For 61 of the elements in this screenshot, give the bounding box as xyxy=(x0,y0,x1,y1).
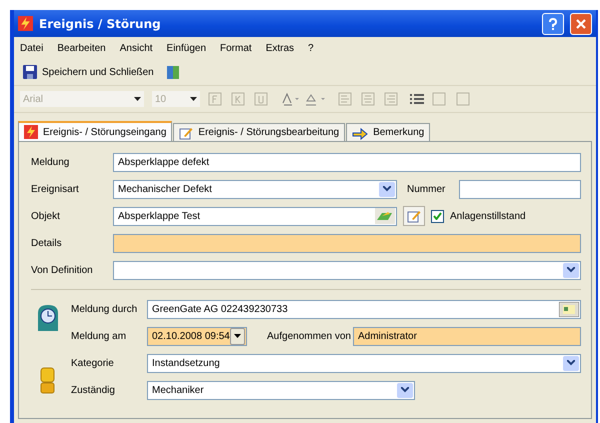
chevron-down-icon xyxy=(567,360,575,366)
chevron-down-icon xyxy=(401,387,409,393)
save-button[interactable]: Speichern und Schließen xyxy=(20,64,157,80)
script-icons-drawing xyxy=(432,92,472,106)
dropdown-button[interactable] xyxy=(379,182,395,196)
field-label: Meldung durch xyxy=(71,304,138,314)
picker-field[interactable]: Absperklappe Test xyxy=(113,206,397,226)
lightning-icon xyxy=(18,16,33,31)
input-field[interactable]: Administrator xyxy=(353,326,581,346)
arrow-icon xyxy=(352,126,368,140)
input-field[interactable] xyxy=(113,234,581,252)
dropdown-button[interactable] xyxy=(397,382,413,398)
dropdown-button[interactable] xyxy=(563,356,579,370)
field-label: Kategorie xyxy=(71,358,115,368)
tab[interactable]: Ereignis- / Störungsbearbeitung xyxy=(173,123,346,141)
close-icon xyxy=(576,18,586,28)
field-label: Ereignisart xyxy=(31,184,80,194)
checkbox[interactable] xyxy=(431,210,444,222)
field-label: Details xyxy=(31,238,63,248)
dropdown-button[interactable] xyxy=(563,262,579,278)
menu-item[interactable]: Bearbeiten xyxy=(57,42,106,54)
field-label: Meldung am xyxy=(71,330,128,342)
caret-icon xyxy=(134,97,141,101)
folder-icon xyxy=(375,208,395,224)
help-button[interactable] xyxy=(542,12,564,34)
picker-field[interactable]: GreenGate AG 022439230733 xyxy=(147,300,581,318)
menu-item[interactable]: Einfügen xyxy=(166,42,206,54)
font-select: Arial xyxy=(20,91,144,107)
caret-icon xyxy=(234,334,241,338)
menu-item[interactable]: ? xyxy=(308,42,314,54)
chevron-down-icon xyxy=(383,186,391,192)
close-button[interactable] xyxy=(570,12,592,34)
input-field[interactable]: Absperklappe defekt xyxy=(113,152,581,172)
menu-item[interactable]: Extras xyxy=(266,42,294,54)
menu-item[interactable]: Datei xyxy=(20,42,44,54)
list-icon xyxy=(410,92,424,106)
pencil-note-icon xyxy=(407,209,421,223)
field-label: Nummer xyxy=(407,184,446,194)
combo-box[interactable]: Mechanischer Defekt xyxy=(113,180,397,198)
combo-box[interactable]: Instandsetzung xyxy=(147,354,581,372)
address-card-icon xyxy=(559,302,579,316)
combo-box[interactable]: Mechaniker xyxy=(147,380,415,400)
dropdown-button[interactable] xyxy=(230,328,245,344)
window-title: Ereignis / Störung xyxy=(39,16,161,30)
field-label: Objekt xyxy=(31,210,61,222)
lightning-icon xyxy=(24,125,38,139)
field-label: Meldung xyxy=(31,156,70,168)
question-mark-icon xyxy=(548,18,558,30)
edit-button[interactable] xyxy=(403,206,425,226)
menu-item[interactable]: Format xyxy=(220,42,252,54)
tab[interactable]: Bemerkung xyxy=(346,123,430,141)
field-label: Von Definition xyxy=(31,264,94,276)
field-label: Zuständig xyxy=(71,384,116,396)
pencil-note-icon xyxy=(179,126,194,140)
date-field[interactable]: 02.10.2008 09:54 xyxy=(147,326,247,346)
tab[interactable]: Ereignis- / Störungseingang xyxy=(18,121,172,141)
checkbox-label: Anlagenstillstand xyxy=(450,210,526,222)
chevron-down-icon xyxy=(567,267,575,273)
caret-icon xyxy=(190,97,197,101)
input-field[interactable] xyxy=(459,180,581,198)
menu-item[interactable]: Ansicht xyxy=(120,42,153,54)
